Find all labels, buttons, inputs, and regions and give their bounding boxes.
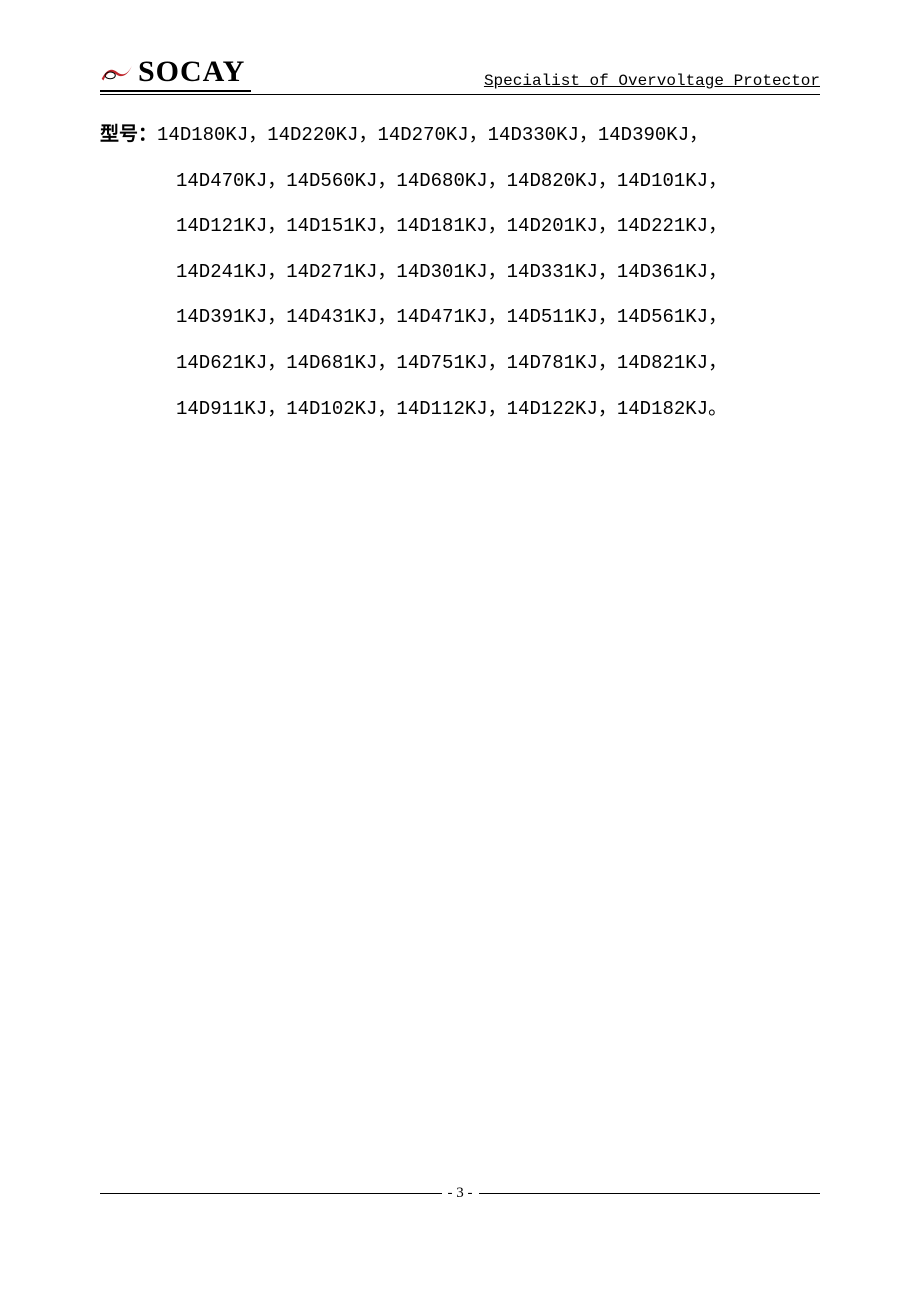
model-list-row: 14D391KJ，14D431KJ，14D471KJ，14D511KJ，14D5… [100, 295, 820, 341]
model-list-row-first: 型号：14D180KJ，14D220KJ，14D270KJ，14D330KJ，1… [100, 113, 820, 159]
footer-rule-left [100, 1193, 442, 1194]
page-container: SOCAY Specialist of Overvoltage Protecto… [0, 0, 920, 1302]
model-row-text: 14D241KJ，14D271KJ，14D301KJ，14D331KJ，14D3… [176, 261, 727, 283]
page-number: - 3 - [442, 1185, 479, 1202]
brand-name: SOCAY [138, 55, 245, 89]
brand-tagline: Specialist of Overvoltage Protector [484, 72, 820, 92]
model-row-text: 14D391KJ，14D431KJ，14D471KJ，14D511KJ，14D5… [176, 306, 727, 328]
model-list-section: 型号：14D180KJ，14D220KJ，14D270KJ，14D330KJ，1… [100, 113, 820, 432]
model-list-row: 14D621KJ，14D681KJ，14D751KJ，14D781KJ，14D8… [100, 341, 820, 387]
page-header: SOCAY Specialist of Overvoltage Protecto… [100, 55, 820, 95]
brand-logo-icon [100, 58, 134, 86]
model-row-text: 14D621KJ，14D681KJ，14D751KJ，14D781KJ，14D8… [176, 352, 727, 374]
page-footer: - 3 - [100, 1185, 820, 1202]
logo-block: SOCAY [100, 55, 251, 92]
model-list-row: 14D911KJ，14D102KJ，14D112KJ，14D122KJ，14D1… [100, 387, 820, 433]
model-row-text: 14D470KJ，14D560KJ，14D680KJ，14D820KJ，14D1… [176, 170, 727, 192]
model-list-row: 14D241KJ，14D271KJ，14D301KJ，14D331KJ，14D3… [100, 250, 820, 296]
model-row-text: 14D180KJ，14D220KJ，14D270KJ，14D330KJ，14D3… [157, 124, 708, 146]
model-list-row: 14D470KJ，14D560KJ，14D680KJ，14D820KJ，14D1… [100, 159, 820, 205]
footer-inner: - 3 - [100, 1185, 820, 1202]
model-row-text: 14D911KJ，14D102KJ，14D112KJ，14D122KJ，14D1… [176, 398, 727, 420]
model-list-row: 14D121KJ，14D151KJ，14D181KJ，14D201KJ，14D2… [100, 204, 820, 250]
footer-rule-right [479, 1193, 821, 1194]
model-label: 型号： [100, 124, 157, 146]
model-row-text: 14D121KJ，14D151KJ，14D181KJ，14D201KJ，14D2… [176, 215, 727, 237]
